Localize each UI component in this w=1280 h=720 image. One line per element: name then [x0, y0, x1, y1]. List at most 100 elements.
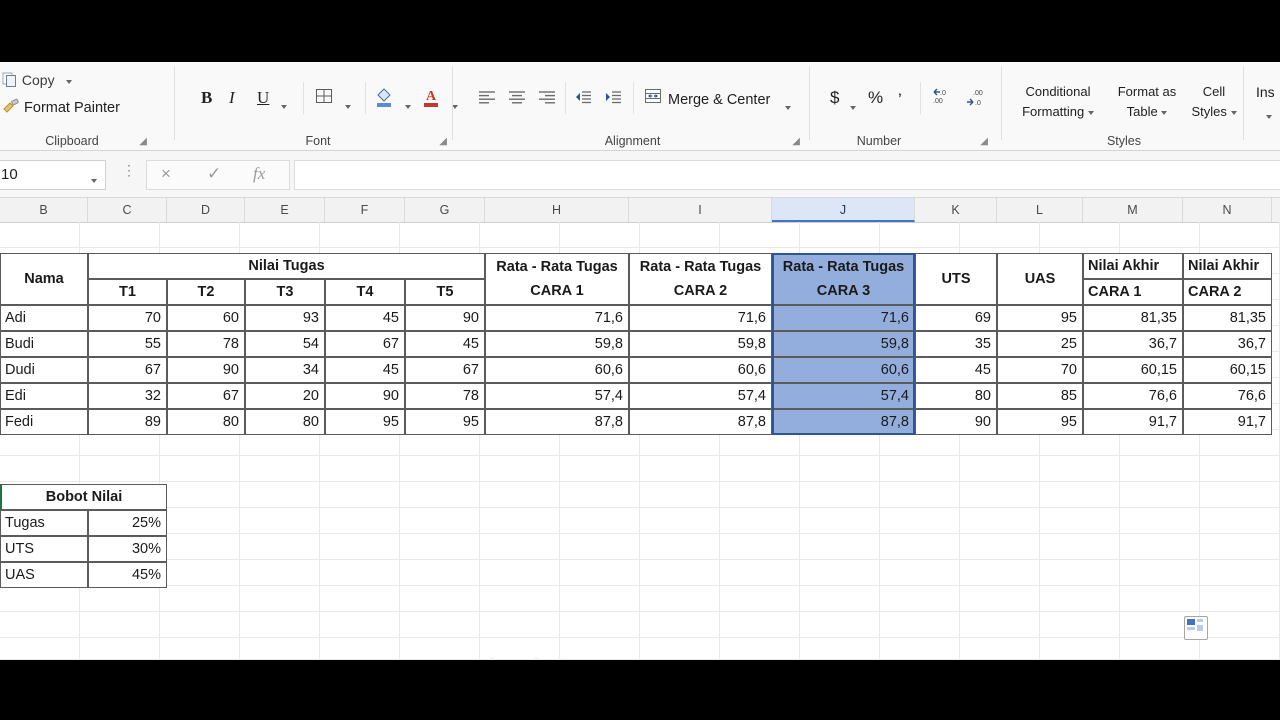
header-cell-t4[interactable]: T4 [325, 279, 405, 305]
bobot-label-uas[interactable]: UAS [0, 562, 88, 588]
increase-indent-button[interactable] [603, 89, 623, 110]
data-cell-fedi-t2[interactable]: 80 [167, 409, 245, 435]
bobot-label-uts[interactable]: UTS [0, 536, 88, 562]
column-header-l[interactable]: L [997, 198, 1083, 222]
bold-button[interactable]: B [201, 88, 212, 108]
data-cell-budi-t2[interactable]: 78 [167, 331, 245, 357]
header-cell-nama[interactable]: Nama [0, 253, 88, 305]
format-as-table-caret-icon[interactable] [1161, 104, 1168, 119]
data-cell-budi-akhir1[interactable]: 36,7 [1083, 331, 1183, 357]
column-header-c[interactable]: C [88, 198, 167, 222]
data-cell-budi-uas[interactable]: 25 [997, 331, 1083, 357]
data-cell-dudi-uts[interactable]: 45 [915, 357, 997, 383]
header-cell-nilai-akhir-cara1-line1[interactable]: Nilai Akhir [1083, 253, 1183, 279]
underline-dropdown-caret-icon[interactable] [281, 96, 287, 116]
data-cell-edi-uts[interactable]: 80 [915, 383, 997, 409]
data-cell-budi-t3[interactable]: 54 [245, 331, 325, 357]
bobot-value-uas[interactable]: 45% [88, 562, 167, 588]
data-cell-budi-t5[interactable]: 45 [405, 331, 485, 357]
clipboard-dialog-launcher-icon[interactable]: ◢ [139, 136, 147, 147]
alignment-dialog-launcher-icon[interactable]: ◢ [792, 136, 800, 147]
data-cell-adi-rata2[interactable]: 71,6 [629, 305, 772, 331]
data-cell-edi-t1[interactable]: 32 [88, 383, 167, 409]
conditional-formatting-caret-icon[interactable] [1087, 104, 1094, 119]
header-cell-t5[interactable]: T5 [405, 279, 485, 305]
data-cell-adi-rata1[interactable]: 71,6 [485, 305, 629, 331]
name-box[interactable]: 10 [0, 160, 106, 190]
data-cell-fedi-t4[interactable]: 95 [325, 409, 405, 435]
data-cell-adi-t1[interactable]: 70 [88, 305, 167, 331]
data-cell-fedi-akhir1[interactable]: 91,7 [1083, 409, 1183, 435]
number-dialog-launcher-icon[interactable]: ◢ [980, 136, 988, 147]
data-cell-edi-akhir1[interactable]: 76,6 [1083, 383, 1183, 409]
header-cell-uas[interactable]: UAS [997, 253, 1083, 305]
header-cell-nilai-akhir-cara2-line2[interactable]: CARA 2 [1183, 279, 1272, 305]
copy-button[interactable]: Copy [2, 72, 73, 91]
data-cell-budi-akhir2[interactable]: 36,7 [1183, 331, 1272, 357]
cell-styles-button[interactable]: Cell Styles [1184, 82, 1244, 122]
data-cell-dudi-t2[interactable]: 90 [167, 357, 245, 383]
data-cell-adi-t2[interactable]: 60 [167, 305, 245, 331]
font-color-button[interactable]: A [421, 86, 441, 113]
column-header-j[interactable]: J [772, 198, 915, 222]
data-cell-budi-rata2[interactable]: 59,8 [629, 331, 772, 357]
data-cell-edi-nama[interactable]: Edi [0, 383, 88, 409]
currency-dropdown-caret-icon[interactable] [850, 97, 856, 117]
column-header-d[interactable]: D [167, 198, 245, 222]
data-cell-edi-rata1[interactable]: 57,4 [485, 383, 629, 409]
currency-button[interactable]: $ [830, 88, 839, 108]
header-cell-rata-rata-cara2[interactable]: Rata - Rata Tugas CARA 2 [629, 253, 772, 305]
copy-dropdown-caret-icon[interactable] [66, 72, 73, 88]
increase-decimal-button[interactable]: .0 .00 [930, 86, 956, 113]
data-cell-adi-rata3[interactable]: 71,6 [772, 305, 915, 331]
data-cell-budi-rata1[interactable]: 59,8 [485, 331, 629, 357]
format-as-table-button[interactable]: Format as Table [1108, 82, 1186, 122]
borders-dropdown-caret-icon[interactable] [345, 96, 351, 116]
data-cell-fedi-t1[interactable]: 89 [88, 409, 167, 435]
column-header-g[interactable]: G [405, 198, 485, 222]
name-box-caret-icon[interactable] [91, 172, 97, 190]
column-header-i[interactable]: I [629, 198, 772, 222]
bobot-label-tugas[interactable]: Tugas [0, 510, 88, 536]
data-cell-dudi-akhir1[interactable]: 60,15 [1083, 357, 1183, 383]
header-cell-rata-rata-cara1[interactable]: Rata - Rata Tugas CARA 1 [485, 253, 629, 305]
bobot-value-tugas[interactable]: 25% [88, 510, 167, 536]
column-header-k[interactable]: K [915, 198, 997, 222]
data-cell-fedi-t3[interactable]: 80 [245, 409, 325, 435]
data-cell-adi-uas[interactable]: 95 [997, 305, 1083, 331]
data-cell-budi-uts[interactable]: 35 [915, 331, 997, 357]
data-cell-budi-nama[interactable]: Budi [0, 331, 88, 357]
data-cell-edi-rata2[interactable]: 57,4 [629, 383, 772, 409]
enter-icon[interactable]: ✓ [207, 164, 221, 184]
header-cell-t3[interactable]: T3 [245, 279, 325, 305]
data-cell-dudi-t4[interactable]: 45 [325, 357, 405, 383]
data-cell-adi-t5[interactable]: 90 [405, 305, 485, 331]
column-header-n[interactable]: N [1183, 198, 1272, 222]
data-cell-adi-nama[interactable]: Adi [0, 305, 88, 331]
data-cell-dudi-rata3[interactable]: 60,6 [772, 357, 915, 383]
data-cell-edi-t2[interactable]: 67 [167, 383, 245, 409]
data-cell-dudi-nama[interactable]: Dudi [0, 357, 88, 383]
data-cell-edi-uas[interactable]: 85 [997, 383, 1083, 409]
header-cell-t1[interactable]: T1 [88, 279, 167, 305]
font-dialog-launcher-icon[interactable]: ◢ [439, 136, 447, 147]
data-cell-edi-t3[interactable]: 20 [245, 383, 325, 409]
header-cell-uts[interactable]: UTS [915, 253, 997, 305]
cell-styles-caret-icon[interactable] [1230, 104, 1237, 119]
data-cell-edi-akhir2[interactable]: 76,6 [1183, 383, 1272, 409]
format-painter-button[interactable]: Format Painter [2, 98, 120, 118]
data-cell-dudi-uas[interactable]: 70 [997, 357, 1083, 383]
data-cell-adi-akhir2[interactable]: 81,35 [1183, 305, 1272, 331]
italic-button[interactable]: I [229, 88, 235, 108]
merge-center-icon[interactable] [643, 87, 663, 110]
merge-center-dropdown-caret-icon[interactable] [785, 99, 791, 117]
fill-color-dropdown-caret-icon[interactable] [405, 96, 411, 116]
data-cell-dudi-akhir2[interactable]: 60,15 [1183, 357, 1272, 383]
header-cell-t2[interactable]: T2 [167, 279, 245, 305]
insert-dropdown-caret-icon[interactable] [1266, 108, 1272, 126]
data-cell-fedi-uas[interactable]: 95 [997, 409, 1083, 435]
decrease-indent-button[interactable] [573, 89, 593, 110]
data-cell-edi-rata3[interactable]: 57,4 [772, 383, 915, 409]
data-cell-fedi-t5[interactable]: 95 [405, 409, 485, 435]
decrease-decimal-button[interactable]: .00 .0 [964, 86, 990, 113]
